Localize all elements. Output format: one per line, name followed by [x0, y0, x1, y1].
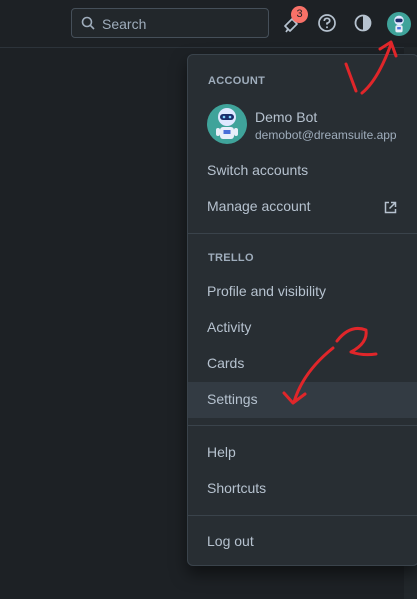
profile-visibility-item[interactable]: Profile and visibility	[188, 274, 417, 310]
cards-label: Cards	[207, 355, 245, 371]
theme-icon	[354, 14, 372, 32]
divider	[188, 233, 417, 234]
avatar[interactable]	[387, 12, 411, 36]
cards-item[interactable]: Cards	[188, 346, 417, 382]
trello-section-label: TRELLO	[208, 252, 254, 264]
shortcuts-label: Shortcuts	[207, 480, 267, 496]
search-placeholder: Search	[102, 16, 147, 32]
activity-item[interactable]: Activity	[188, 310, 417, 346]
account-menu: ACCOUNT Demo Bot demobot@dreamsuite.app …	[187, 54, 417, 566]
manage-account-item[interactable]: Manage account	[188, 189, 417, 225]
switch-accounts-item[interactable]: Switch accounts	[188, 153, 417, 189]
divider	[188, 515, 417, 516]
divider	[188, 425, 417, 426]
account-avatar	[207, 104, 247, 144]
external-link-icon	[384, 201, 397, 214]
help-item[interactable]: Help	[188, 435, 417, 471]
profile-visibility-label: Profile and visibility	[207, 283, 327, 299]
top-bar: Search 3	[0, 0, 417, 48]
account-section-label: ACCOUNT	[208, 75, 266, 87]
robot-avatar-icon	[387, 12, 411, 36]
robot-avatar-icon	[207, 104, 247, 144]
search-icon	[81, 16, 95, 30]
log-out-label: Log out	[207, 533, 254, 549]
user-email: demobot@dreamsuite.app	[255, 128, 397, 142]
help-icon	[318, 14, 336, 32]
activity-label: Activity	[207, 319, 252, 335]
settings-label: Settings	[207, 391, 258, 407]
theme-button[interactable]	[350, 10, 376, 36]
log-out-item[interactable]: Log out	[188, 524, 417, 560]
help-label: Help	[207, 444, 236, 460]
user-name: Demo Bot	[255, 109, 318, 125]
notification-badge: 3	[291, 6, 308, 23]
search-input[interactable]: Search	[71, 8, 269, 38]
manage-account-label: Manage account	[207, 198, 311, 214]
help-button[interactable]	[314, 10, 340, 36]
settings-item[interactable]: Settings	[188, 382, 417, 418]
shortcuts-item[interactable]: Shortcuts	[188, 471, 417, 507]
switch-accounts-label: Switch accounts	[207, 162, 309, 178]
